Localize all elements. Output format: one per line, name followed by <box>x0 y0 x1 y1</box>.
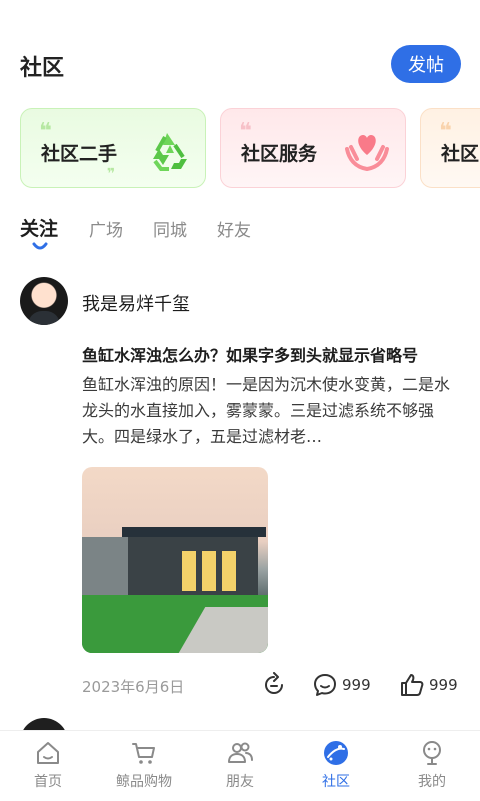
comment-icon <box>314 674 336 696</box>
tab-indicator <box>32 242 48 250</box>
card-label: 社区 <box>441 143 480 165</box>
post-footer: 2023年6月6日 999 999 <box>0 670 480 700</box>
quote-mark-icon: ❞ <box>107 166 116 182</box>
card-label: 社区二手 <box>41 143 118 165</box>
username[interactable]: 我是易烊千玺 <box>82 290 190 316</box>
recycle-icon <box>153 133 187 171</box>
feed-tabs: 关注 广场 同城 好友 <box>0 210 480 254</box>
heart-hands-icon <box>345 135 389 172</box>
bottom-nav: 首页 鲸品购物 朋友 社区 我的 <box>0 730 480 801</box>
share-button[interactable] <box>261 670 287 700</box>
header: 社区 发帖 <box>0 40 480 90</box>
nav-friends[interactable]: 朋友 <box>192 739 288 791</box>
card-secondhand[interactable]: ❝ ❞ 社区二手 <box>20 108 206 188</box>
nav-label: 首页 <box>34 774 62 790</box>
like-count: 999 <box>429 676 458 694</box>
post-button[interactable]: 发帖 <box>391 45 461 83</box>
category-cards: ❝ ❞ 社区二手 ❝ 社区服务 ❝ 社区 <box>0 108 480 192</box>
nav-label: 我的 <box>418 774 446 790</box>
nav-label: 社区 <box>322 774 350 790</box>
comment-count: 999 <box>342 676 371 694</box>
nav-label: 鲸品购物 <box>116 774 172 790</box>
post-body[interactable]: 鱼缸水浑浊的原因！一是因为沉木使水变黄，二是水龙头的水直接加入，雾蒙蒙。三是过滤… <box>82 372 460 450</box>
post-image[interactable] <box>82 467 268 653</box>
nav-community[interactable]: 社区 <box>288 739 384 791</box>
page-title: 社区 <box>20 56 65 81</box>
nav-profile[interactable]: 我的 <box>384 739 480 791</box>
post-date: 2023年6月6日 <box>82 678 185 696</box>
home-icon <box>37 742 59 764</box>
friends-icon <box>228 742 253 763</box>
community-icon <box>324 741 348 765</box>
profile-icon <box>423 741 441 765</box>
cart-icon <box>132 743 155 764</box>
tab-square[interactable]: 广场 <box>89 216 123 241</box>
nav-shopping[interactable]: 鲸品购物 <box>96 739 192 791</box>
avatar[interactable] <box>20 277 68 325</box>
like-button[interactable]: 999 <box>399 670 458 700</box>
card-more[interactable]: ❝ 社区 <box>420 108 480 188</box>
tab-local[interactable]: 同城 <box>153 216 187 241</box>
tab-friends[interactable]: 好友 <box>217 216 251 241</box>
nav-home[interactable]: 首页 <box>0 739 96 791</box>
card-service[interactable]: ❝ 社区服务 <box>220 108 406 188</box>
post-title[interactable]: 鱼缸水浑浊怎么办？如果字多到头就显示省略号 <box>82 342 462 366</box>
thumbs-up-icon <box>401 674 424 696</box>
tab-following[interactable]: 关注 <box>20 214 58 241</box>
nav-label: 朋友 <box>226 774 254 790</box>
share-icon <box>265 672 283 694</box>
comment-button[interactable]: 999 <box>312 670 371 700</box>
card-label: 社区服务 <box>241 143 318 165</box>
